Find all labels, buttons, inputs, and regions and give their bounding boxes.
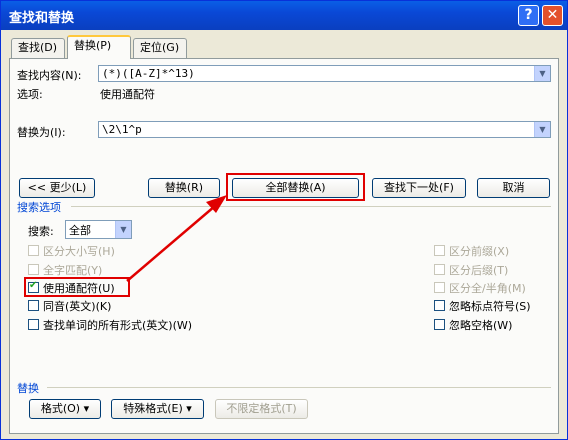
annotation-arrow-line: [126, 205, 216, 282]
find-replace-dialog: 查找和替换 ? ✕ 查找(D) 替换(P) 定位(G) 查找内容(N): (*)…: [0, 0, 568, 440]
tab-replace[interactable]: 替换(P): [67, 35, 131, 59]
annotation-arrow: [126, 195, 227, 282]
